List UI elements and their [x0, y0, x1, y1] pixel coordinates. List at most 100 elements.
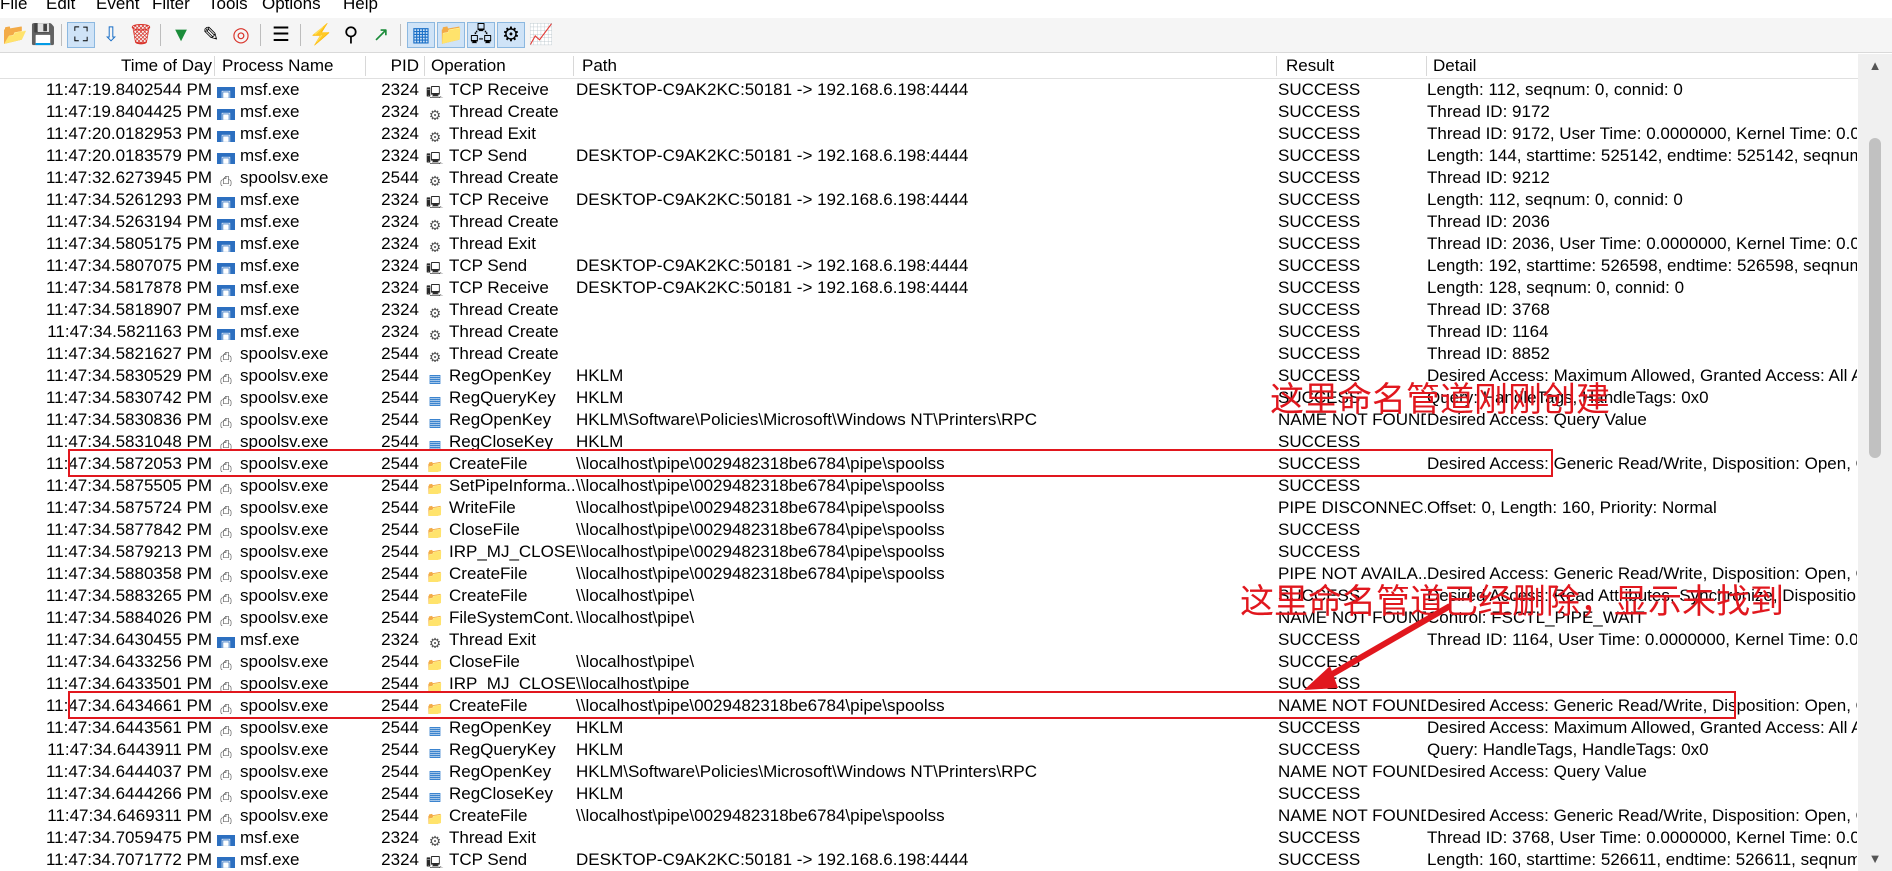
registry-icon: ▦	[428, 767, 442, 780]
table-row[interactable]: 11:47:19.8404425 PM ▣ msf.exe 2324 ⚙ Thread C…	[0, 101, 1858, 123]
msf-process-icon-cell: ▣	[217, 632, 237, 648]
process-activity-icon[interactable]: ⚙	[497, 22, 525, 48]
msf-process-icon: ▣	[217, 241, 235, 252]
col-detail[interactable]: Detail	[1433, 54, 1833, 78]
scroll-down-icon[interactable]: ▼	[1858, 847, 1892, 871]
cell-operation: Thread Create	[449, 212, 559, 231]
table-row[interactable]: 11:47:32.6273945 PM ⎙ spoolsv.exe 2544 ⚙ Thre…	[0, 167, 1858, 189]
table-row[interactable]: 11:47:34.6444037 PM ⎙ spoolsv.exe 2544 ▦ RegO…	[0, 761, 1858, 783]
highlight-icon[interactable]: ✎	[198, 23, 224, 47]
cell-process: msf.exe	[240, 124, 300, 143]
msf-process-icon: ▣	[217, 835, 235, 846]
cell-time: 11:47:34.5261293 PM	[45, 190, 212, 209]
cell-pid: 2544	[381, 652, 419, 671]
cell-pid: 2544	[381, 806, 419, 825]
process-tree-icon[interactable]: ☰	[268, 23, 294, 47]
cell-path: \\localhost\pipe\0029482318be6784\pipe\s…	[576, 806, 945, 825]
vertical-scrollbar[interactable]: ▲ ▼	[1858, 54, 1892, 871]
table-row[interactable]: 11:47:34.5831048 PM ⎙ spoolsv.exe 2544 ▦ RegC…	[0, 431, 1858, 453]
cell-pid: 2544	[381, 784, 419, 803]
menu-event[interactable]: Event	[96, 0, 139, 16]
col-pid[interactable]: PID	[365, 54, 419, 78]
save-icon[interactable]: 💾	[30, 23, 56, 47]
cell-result: SUCCESS	[1278, 212, 1361, 231]
menu-tools[interactable]: Tools	[208, 0, 248, 16]
cell-time: 11:47:20.0182953 PM	[45, 124, 212, 143]
table-row[interactable]: 11:47:34.7059475 PM ▣ msf.exe 2324 ⚙ Thread E…	[0, 827, 1858, 849]
cell-detail: Thread ID: 2036, User Time: 0.0000000, K…	[1427, 234, 1857, 253]
table-row[interactable]: 11:47:20.0182953 PM ▣ msf.exe 2324 ⚙ Thread E…	[0, 123, 1858, 145]
menu-help[interactable]: Help	[343, 0, 378, 16]
table-row[interactable]: 11:47:34.5263194 PM ▣ msf.exe 2324 ⚙ Thread C…	[0, 211, 1858, 233]
menu-filter[interactable]: Filter	[152, 0, 190, 16]
table-row[interactable]: 11:47:34.6433501 PM ⎙ spoolsv.exe 2544 📁 IRP_…	[0, 673, 1858, 695]
table-row[interactable]: 11:47:34.5807075 PM ▣ msf.exe 2324 🖳 TCP Send…	[0, 255, 1858, 277]
col-time-of-day[interactable]: Time of Day	[0, 54, 212, 78]
table-row[interactable]: 11:47:34.5817878 PM ▣ msf.exe 2324 🖳 TCP Rece…	[0, 277, 1858, 299]
scroll-thumb[interactable]	[1869, 138, 1881, 458]
table-row[interactable]: 11:47:34.6444266 PM ⎙ spoolsv.exe 2544 ▦ RegC…	[0, 783, 1858, 805]
table-row[interactable]: 11:47:34.5872053 PM ⎙ spoolsv.exe 2544 📁 Crea…	[0, 453, 1858, 475]
printer-process-icon-cell: ⎙	[217, 786, 237, 802]
cell-operation: RegCloseKey	[449, 432, 553, 451]
profiling-activity-icon[interactable]: 📈	[528, 23, 554, 47]
menu-edit[interactable]: Edit	[46, 0, 75, 16]
network-activity-icon[interactable]: 🖧	[467, 22, 495, 48]
col-path[interactable]: Path	[582, 54, 1182, 78]
table-row[interactable]: 11:47:34.5821627 PM ⎙ spoolsv.exe 2544 ⚙ Thre…	[0, 343, 1858, 365]
msf-process-icon-cell: ▣	[217, 236, 237, 252]
table-row[interactable]: 11:47:34.6443561 PM ⎙ spoolsv.exe 2544 ▦ RegO…	[0, 717, 1858, 739]
table-row[interactable]: 11:47:34.5875505 PM ⎙ spoolsv.exe 2544 📁 SetP…	[0, 475, 1858, 497]
table-row[interactable]: 11:47:34.5879213 PM ⎙ spoolsv.exe 2544 📁 IRP_…	[0, 541, 1858, 563]
table-row[interactable]: 11:47:34.6430455 PM ▣ msf.exe 2324 ⚙ Thread E…	[0, 629, 1858, 651]
table-row[interactable]: 11:47:19.8402544 PM ▣ msf.exe 2324 🖳 TCP Rece…	[0, 79, 1858, 101]
table-row[interactable]: 11:47:34.5877842 PM ⎙ spoolsv.exe 2544 📁 Clos…	[0, 519, 1858, 541]
table-row[interactable]: 11:47:34.6469311 PM ⎙ spoolsv.exe 2544 📁 Crea…	[0, 805, 1858, 827]
file-activity-icon[interactable]: 📁	[437, 22, 465, 48]
menu-file[interactable]: File	[0, 0, 27, 16]
cell-process: msf.exe	[240, 234, 300, 253]
table-row[interactable]: 11:47:20.0183579 PM ▣ msf.exe 2324 🖳 TCP Send…	[0, 145, 1858, 167]
cell-result: SUCCESS	[1278, 718, 1361, 737]
cell-detail: Thread ID: 2036	[1427, 212, 1550, 231]
cell-pid: 2544	[381, 476, 419, 495]
registry-activity-icon[interactable]: ▦	[407, 22, 435, 48]
col-process-name[interactable]: Process Name	[222, 54, 362, 78]
table-row[interactable]: 11:47:34.6443911 PM ⎙ spoolsv.exe 2544 ▦ RegQ…	[0, 739, 1858, 761]
menu-options[interactable]: Options	[262, 0, 321, 16]
jump-icon[interactable]: ↗	[368, 23, 394, 47]
table-row[interactable]: 11:47:34.5261293 PM ▣ msf.exe 2324 🖳 TCP Rece…	[0, 189, 1858, 211]
clear-icon[interactable]: 🗑	[128, 23, 154, 47]
thread-icon-cell: ⚙	[426, 104, 446, 120]
find-icon[interactable]: ⚲	[338, 23, 364, 47]
cell-detail	[1427, 651, 1857, 673]
table-row[interactable]: 11:47:34.7071772 PM ▣ msf.exe 2324 🖳 TCP Send…	[0, 849, 1858, 871]
cell-detail: Length: 160, starttime: 526611, endtime:…	[1427, 850, 1857, 869]
filter-icon[interactable]: ▼	[168, 23, 194, 47]
cell-process: spoolsv.exe	[240, 586, 329, 605]
autoscroll-icon[interactable]: ⇩	[98, 23, 124, 47]
table-row[interactable]: 11:47:34.5805175 PM ▣ msf.exe 2324 ⚙ Thread E…	[0, 233, 1858, 255]
table-row[interactable]: 11:47:34.5821163 PM ▣ msf.exe 2324 ⚙ Thread C…	[0, 321, 1858, 343]
cell-operation: CloseFile	[449, 652, 520, 671]
capture-icon[interactable]: ⛶	[67, 22, 95, 48]
event-properties-icon[interactable]: ⚡	[308, 23, 334, 47]
cell-process: spoolsv.exe	[240, 608, 329, 627]
table-row[interactable]: 11:47:34.5818907 PM ▣ msf.exe 2324 ⚙ Thread C…	[0, 299, 1858, 321]
printer-process-icon: ⎙	[220, 459, 232, 472]
cell-time: 11:47:34.5805175 PM	[45, 234, 212, 253]
scroll-up-icon[interactable]: ▲	[1858, 54, 1892, 78]
event-list[interactable]: 11:47:19.8402544 PM ▣ msf.exe 2324 🖳 TCP Rece…	[0, 79, 1858, 871]
cell-path: \\localhost\pipe\	[576, 652, 695, 671]
msf-process-icon-cell: ▣	[217, 126, 237, 142]
printer-process-icon-cell: ⎙	[217, 566, 237, 582]
cell-pid: 2544	[381, 608, 419, 627]
col-operation[interactable]: Operation	[431, 54, 571, 78]
table-row[interactable]: 11:47:34.6434661 PM ⎙ spoolsv.exe 2544 📁 Crea…	[0, 695, 1858, 717]
target-icon[interactable]: ◎	[228, 23, 254, 47]
col-result[interactable]: Result	[1286, 54, 1426, 78]
file-icon-cell: 📁	[426, 654, 446, 670]
table-row[interactable]: 11:47:34.5875724 PM ⎙ spoolsv.exe 2544 📁 Writ…	[0, 497, 1858, 519]
open-icon[interactable]: 📂	[2, 23, 28, 47]
table-row[interactable]: 11:47:34.6433256 PM ⎙ spoolsv.exe 2544 📁 Clos…	[0, 651, 1858, 673]
